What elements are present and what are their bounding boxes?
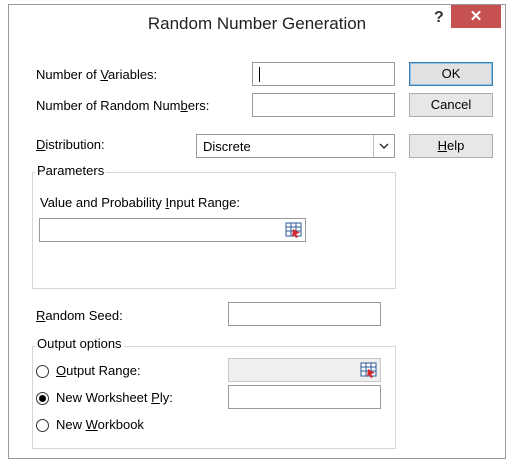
new-worksheet-ply-input[interactable] [228,385,381,409]
output-options-group-title: Output options [35,336,124,351]
number-of-random-numbers-input[interactable] [252,93,395,117]
new-workbook-radio[interactable] [36,419,49,432]
random-seed-label: Random Seed: [36,308,123,323]
new-worksheet-ply-radio[interactable] [36,392,49,405]
distribution-value: Discrete [203,139,251,154]
range-select-button[interactable] [285,221,303,239]
random-seed-input[interactable] [228,302,381,326]
close-icon: ✕ [469,8,483,25]
distribution-label: Distribution: [36,137,105,152]
output-range-radio[interactable] [36,365,49,378]
number-of-random-numbers-label: Number of Random Numbers: [36,98,210,113]
chevron-down-icon [379,143,389,149]
close-button[interactable]: ✕ [451,5,501,28]
random-number-generation-dialog: Random Number Generation ? ✕ Number of V… [8,4,506,459]
distribution-select[interactable]: Discrete [196,134,395,158]
number-of-variables-input[interactable] [252,62,395,86]
dialog-title: Random Number Generation [147,14,367,33]
text-cursor [259,67,260,82]
new-worksheet-ply-label[interactable]: New Worksheet Ply: [56,390,173,405]
parameters-group-title: Parameters [35,163,107,178]
help-button[interactable]: Help [409,134,493,158]
output-range-select-button[interactable] [360,361,378,379]
output-range-label[interactable]: Output Range: [56,363,141,378]
value-probability-input-range-label: Value and Probability Input Range: [40,195,240,210]
dropdown-arrow[interactable] [373,135,394,157]
collapse-dialog-icon [285,222,302,238]
collapse-dialog-icon [360,362,377,378]
cancel-button[interactable]: Cancel [409,93,493,117]
help-question-icon[interactable]: ? [434,9,444,27]
title-bar[interactable]: Random Number Generation ? ✕ [9,5,505,43]
new-workbook-label[interactable]: New Workbook [56,417,144,432]
number-of-variables-label: Number of Variables: [36,67,158,82]
value-probability-input-range[interactable] [39,218,306,242]
ok-button[interactable]: OK [409,62,493,86]
output-range-input[interactable] [228,358,381,382]
